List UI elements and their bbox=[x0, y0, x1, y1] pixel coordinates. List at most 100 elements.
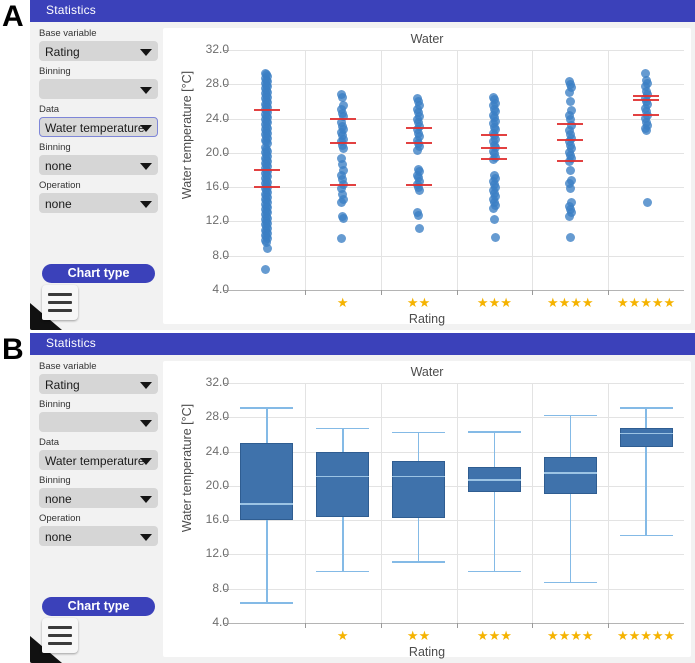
quartile-line bbox=[633, 114, 660, 117]
median-line bbox=[467, 479, 521, 481]
y-tick-label: 24.0 bbox=[205, 110, 229, 125]
dropdown-binning-2[interactable]: none bbox=[39, 488, 158, 508]
dropdown-binning-1[interactable] bbox=[39, 412, 158, 432]
x-axis-title: Rating bbox=[408, 645, 446, 659]
dropdown-base-variable[interactable]: Rating bbox=[39, 41, 158, 61]
field-binning-1: Binning bbox=[30, 399, 167, 432]
dropdown-data[interactable]: Water temperature bbox=[39, 450, 158, 470]
y-tick-label: 4.0 bbox=[212, 615, 229, 629]
x-tickmark bbox=[380, 290, 382, 295]
median-line bbox=[392, 475, 446, 478]
chevron-down-icon bbox=[140, 382, 152, 389]
quartile-line bbox=[253, 169, 280, 171]
box bbox=[240, 443, 294, 521]
panel-a: A Statistics Base variable Rating Binnin… bbox=[0, 0, 695, 330]
y-tick-label: 12.0 bbox=[205, 213, 229, 228]
y-tick-label: 20.0 bbox=[205, 144, 229, 159]
field-binning-1: Binning bbox=[30, 66, 167, 99]
data-point bbox=[489, 215, 499, 225]
dropdown-binning-1[interactable] bbox=[39, 79, 158, 99]
y-tick-label: 28.0 bbox=[205, 76, 229, 91]
y-tickmark bbox=[224, 187, 229, 189]
whisker-cap-min bbox=[619, 534, 673, 537]
chart-type-button[interactable]: Chart type bbox=[42, 597, 155, 616]
median-line bbox=[619, 432, 673, 435]
x-tickmark bbox=[380, 623, 382, 628]
quartile-line bbox=[405, 141, 432, 144]
sidebar-b: Base variable Rating Binning Data Water … bbox=[30, 355, 167, 663]
median-line bbox=[543, 472, 597, 474]
category-divider bbox=[608, 50, 610, 290]
y-tick-labels: 32.0 28.0 24.0 20.0 16.0 12.0 8.0 4.0 bbox=[191, 28, 229, 324]
data-point bbox=[490, 233, 500, 243]
field-label-binning-1: Binning bbox=[39, 66, 71, 77]
field-binning-2: Binning none bbox=[30, 475, 167, 508]
chart-a: Water Water temperature [°C] 32.0 28.0 24.… bbox=[163, 28, 691, 326]
whisker-cap-min bbox=[543, 581, 597, 584]
data-point bbox=[337, 234, 347, 244]
dropdown-operation-value: none bbox=[45, 530, 72, 544]
category-divider bbox=[532, 383, 534, 623]
data-point bbox=[263, 244, 273, 254]
whisker-cap-max bbox=[543, 414, 597, 417]
y-tick-label: 4.0 bbox=[212, 282, 229, 296]
chevron-down-icon bbox=[140, 420, 152, 427]
dropdown-operation-value: none bbox=[45, 197, 72, 211]
plot-area-a: ★ ★★ ★★★ ★★★★ ★★★★★ bbox=[224, 50, 684, 309]
window-title: Statistics bbox=[46, 336, 97, 350]
field-operation: Operation none bbox=[30, 513, 167, 546]
field-label-binning-2: Binning bbox=[39, 475, 71, 486]
y-tickmark bbox=[224, 520, 229, 522]
y-tickmark bbox=[224, 451, 229, 453]
category-divider bbox=[380, 383, 382, 623]
x-tickmark bbox=[456, 290, 458, 295]
field-label-base-variable: Base variable bbox=[39, 28, 97, 39]
y-tickmark bbox=[224, 221, 229, 223]
quartile-line bbox=[557, 139, 584, 141]
dropdown-base-variable[interactable]: Rating bbox=[39, 374, 158, 394]
field-data: Data Water temperature bbox=[30, 104, 167, 137]
sidebar-a: Base variable Rating Binning Data Water … bbox=[30, 22, 167, 330]
hamburger-menu-icon[interactable] bbox=[42, 285, 78, 320]
chevron-down-icon bbox=[140, 87, 152, 94]
y-tick-label: 32.0 bbox=[205, 42, 229, 56]
quartile-line bbox=[481, 157, 508, 160]
x-tick-label-stars: ★★★★★ bbox=[616, 628, 676, 643]
box bbox=[392, 461, 446, 518]
whisker bbox=[569, 414, 571, 582]
statistics-window-b: Statistics Base variable Rating Binning bbox=[30, 333, 695, 663]
y-tick-label: 8.0 bbox=[212, 580, 229, 595]
hamburger-menu-icon[interactable] bbox=[42, 618, 78, 653]
chevron-down-icon bbox=[140, 534, 152, 541]
chart-type-button[interactable]: Chart type bbox=[42, 264, 155, 283]
quartile-line bbox=[253, 186, 280, 189]
quartile-line bbox=[405, 183, 432, 186]
x-tickmark bbox=[532, 290, 534, 295]
chart-title: Water bbox=[410, 32, 444, 46]
whisker-cap-max bbox=[316, 427, 370, 430]
dropdown-data[interactable]: Water temperature bbox=[39, 117, 158, 137]
whisker-cap-max bbox=[392, 431, 446, 434]
box bbox=[316, 451, 370, 517]
category-divider bbox=[304, 383, 306, 623]
plot-area-b: ★ ★★ ★★★ ★★★★ ★★★★★ bbox=[224, 383, 684, 642]
y-tick-label: 20.0 bbox=[205, 477, 229, 492]
dropdown-binning-2[interactable]: none bbox=[39, 155, 158, 175]
dropdown-operation[interactable]: none bbox=[39, 526, 158, 546]
dropdown-data-value: Water temperature bbox=[45, 454, 145, 468]
whisker-cap-max bbox=[240, 407, 294, 409]
data-point bbox=[642, 198, 652, 208]
field-base-variable: Base variable Rating bbox=[30, 355, 167, 394]
x-tick-label-stars: ★★★★★ bbox=[616, 295, 676, 310]
panel-b: B Statistics Base variable Rating Binnin… bbox=[0, 333, 695, 663]
field-label-operation: Operation bbox=[39, 180, 81, 191]
whisker-cap-min bbox=[240, 602, 294, 604]
quartile-line bbox=[329, 142, 356, 145]
field-label-data: Data bbox=[39, 437, 60, 448]
quartile-line bbox=[481, 146, 508, 149]
screenshot-root: A Statistics Base variable Rating Binnin… bbox=[0, 0, 695, 663]
dropdown-operation[interactable]: none bbox=[39, 193, 158, 213]
box bbox=[619, 428, 673, 448]
data-point bbox=[641, 126, 651, 136]
chart-title: Water bbox=[410, 365, 444, 379]
